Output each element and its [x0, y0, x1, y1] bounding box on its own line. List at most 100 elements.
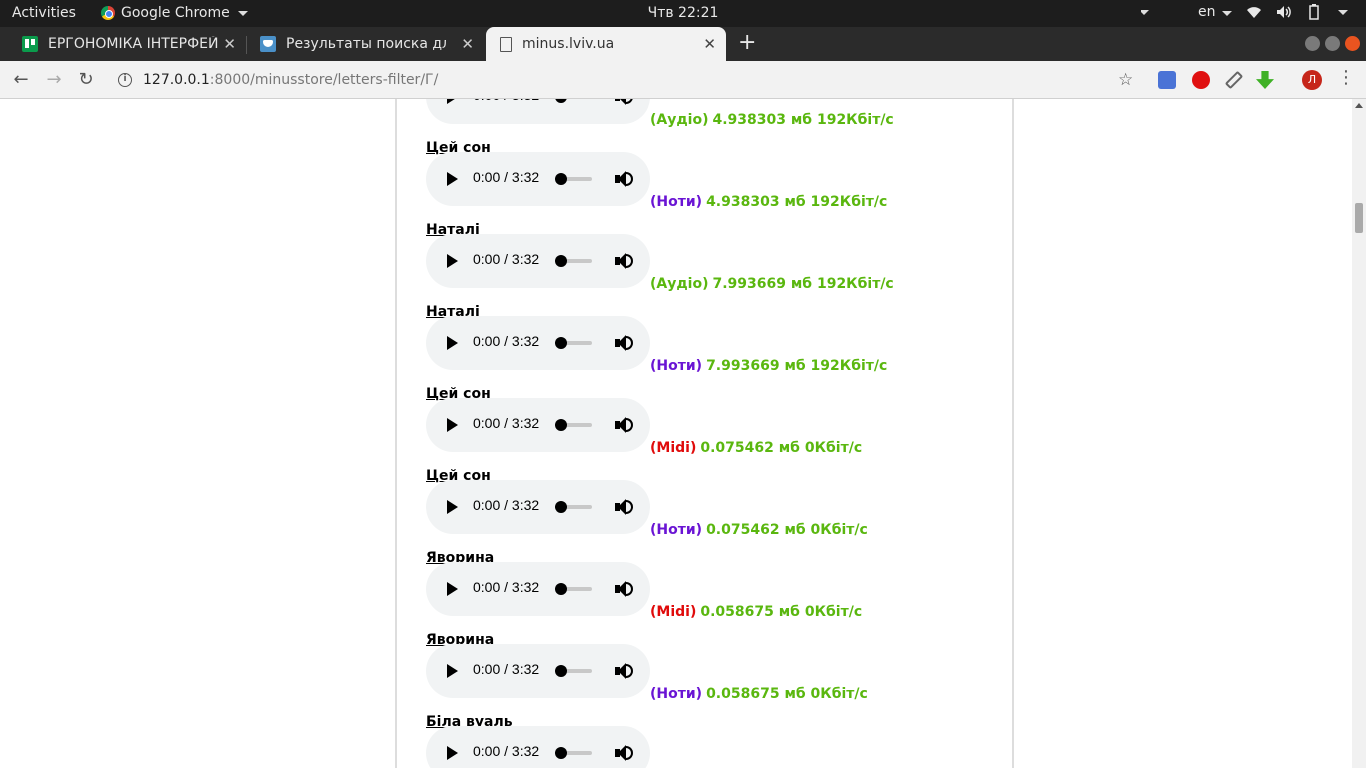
- audio-player[interactable]: 0:00 / 3:32: [426, 726, 650, 768]
- window-controls: [1305, 36, 1360, 51]
- file-info: (Ноти) 0.058675 мб 0Кбіт/с: [650, 686, 868, 702]
- file-type-label: (Аудіо): [650, 112, 709, 128]
- language-indicator[interactable]: en: [1198, 4, 1232, 20]
- file-info: (Ноти) 7.993669 мб 192Кбіт/с: [650, 358, 887, 374]
- volume-wave-icon: [625, 99, 633, 104]
- system-menu-chevron-icon[interactable]: [1338, 9, 1348, 15]
- scrollbar-thumb[interactable]: [1355, 203, 1363, 233]
- accessibility-icon[interactable]: [1132, 4, 1150, 20]
- progress-handle[interactable]: [555, 99, 567, 103]
- file-info: (Midi) 0.058675 мб 0Кбіт/с: [650, 604, 862, 620]
- volume-wave-icon: [625, 336, 633, 350]
- file-size-label: 4.938303 мб 192Кбіт/с: [712, 112, 894, 128]
- play-icon[interactable]: [447, 582, 458, 596]
- progress-handle[interactable]: [555, 665, 567, 677]
- wifi-icon[interactable]: [1246, 4, 1262, 20]
- file-type-label: (Midi): [650, 440, 697, 456]
- menu-icon[interactable]: ⋮: [1337, 69, 1355, 87]
- volume-icon[interactable]: [1276, 4, 1292, 20]
- track-entry: Яворина 0:00 / 3:32 (Midi) 0.058675 мб 0К…: [426, 550, 986, 632]
- play-icon[interactable]: [447, 418, 458, 432]
- file-size-label: 7.993669 мб 192Кбіт/с: [706, 358, 888, 374]
- file-size-label: 0.058675 мб 0Кбіт/с: [706, 686, 868, 702]
- close-icon[interactable]: ✕: [703, 35, 716, 53]
- minimize-button[interactable]: [1305, 36, 1320, 51]
- progress-handle[interactable]: [555, 173, 567, 185]
- audio-player[interactable]: 0:00 / 3:32: [426, 562, 650, 616]
- file-type-label: (Ноти): [650, 358, 703, 374]
- volume-wave-icon: [625, 254, 633, 268]
- playback-time: 0:00 / 3:32: [473, 415, 540, 431]
- activities-button[interactable]: Activities: [12, 5, 76, 21]
- chevron-down-icon: [237, 10, 248, 16]
- tab-minus-lviv[interactable]: minus.lviv.ua ✕: [486, 27, 726, 61]
- playback-time: 0:00 / 3:32: [473, 661, 540, 677]
- url-text[interactable]: 127.0.0.1:8000/minusstore/letters-filter…: [143, 72, 438, 88]
- progress-handle[interactable]: [555, 583, 567, 595]
- audio-player[interactable]: 0:00 / 3:32: [426, 234, 650, 288]
- adblock-extension-icon[interactable]: [1192, 71, 1210, 89]
- audio-player[interactable]: 0:00 / 3:32: [426, 480, 650, 534]
- play-icon[interactable]: [447, 336, 458, 350]
- back-button[interactable]: ←: [10, 69, 32, 91]
- reload-button[interactable]: ↻: [75, 69, 97, 91]
- file-size-label: 4.938303 мб 192Кбіт/с: [706, 194, 888, 210]
- address-bar[interactable]: i 127.0.0.1:8000/minusstore/letters-filt…: [108, 65, 1150, 95]
- close-icon[interactable]: ✕: [223, 35, 236, 53]
- profile-avatar[interactable]: Л: [1302, 70, 1322, 90]
- tab-title: Результаты поиска для "о: [286, 36, 446, 52]
- audio-player[interactable]: 0:00 / 3:32: [426, 644, 650, 698]
- audio-player[interactable]: 0:00 / 3:32: [426, 398, 650, 452]
- download-extension-icon[interactable]: [1256, 71, 1274, 89]
- translate-extension-icon[interactable]: [1158, 71, 1176, 89]
- system-tray[interactable]: en: [1132, 4, 1348, 20]
- file-info: (Аудіо) 4.938303 мб 192Кбіт/с: [650, 112, 894, 128]
- app-name: Google Chrome: [121, 5, 230, 21]
- app-menu[interactable]: Google Chrome: [101, 5, 248, 21]
- audio-player[interactable]: 0:00 / 3:32: [426, 152, 650, 206]
- file-type-label: (Аудіо): [650, 276, 709, 292]
- track-entry: Яворина 0:00 / 3:32 (Ноти) 0.058675 мб 0К…: [426, 632, 986, 714]
- audio-player[interactable]: 0:00 / 3:32: [426, 99, 650, 124]
- bookmark-star-icon[interactable]: ☆: [1118, 70, 1133, 90]
- progress-handle[interactable]: [555, 747, 567, 759]
- tab-search-results[interactable]: Результаты поиска для "о ✕: [246, 27, 484, 61]
- progress-handle[interactable]: [555, 419, 567, 431]
- progress-handle[interactable]: [555, 501, 567, 513]
- info-icon[interactable]: i: [118, 73, 132, 87]
- site-icon: [260, 36, 276, 52]
- chrome-icon: [101, 6, 115, 20]
- file-type-label: (Midi): [650, 604, 697, 620]
- close-icon[interactable]: ✕: [461, 35, 474, 53]
- new-tab-button[interactable]: +: [738, 32, 756, 54]
- volume-wave-icon: [625, 582, 633, 596]
- play-icon[interactable]: [447, 746, 458, 760]
- play-icon[interactable]: [447, 664, 458, 678]
- file-type-label: (Ноти): [650, 194, 703, 210]
- system-top-bar: Activities Google Chrome Чтв 22:21 en: [0, 0, 1366, 27]
- close-window-button[interactable]: [1345, 36, 1360, 51]
- audio-player[interactable]: 0:00 / 3:32: [426, 316, 650, 370]
- tab-strip: ЕРГОНОМІКА ІНТЕРФЕЙ ✕ Результаты поиска …: [0, 27, 1366, 61]
- play-icon[interactable]: [447, 99, 458, 104]
- tab-ergonomics[interactable]: ЕРГОНОМІКА ІНТЕРФЕЙ ✕: [10, 27, 246, 61]
- play-icon[interactable]: [447, 500, 458, 514]
- play-icon[interactable]: [447, 254, 458, 268]
- playback-time: 0:00 / 3:32: [473, 579, 540, 595]
- battery-icon[interactable]: [1306, 4, 1322, 20]
- scroll-up-icon[interactable]: [1355, 103, 1363, 108]
- maximize-button[interactable]: [1325, 36, 1340, 51]
- pencil-extension-icon[interactable]: [1224, 70, 1244, 90]
- volume-wave-icon: [625, 418, 633, 432]
- forward-button[interactable]: →: [43, 69, 65, 91]
- playback-time: 0:00 / 3:32: [473, 497, 540, 513]
- page-scrollbar[interactable]: [1352, 99, 1366, 768]
- file-size-label: 0.058675 мб 0Кбіт/с: [700, 604, 863, 620]
- progress-handle[interactable]: [555, 255, 567, 267]
- play-icon[interactable]: [447, 172, 458, 186]
- file-type-label: (Ноти): [650, 686, 703, 702]
- file-size-label: 0.075462 мб 0Кбіт/с: [706, 522, 868, 538]
- file-info: (Midi) 0.075462 мб 0Кбіт/с: [650, 440, 862, 456]
- progress-handle[interactable]: [555, 337, 567, 349]
- track-entry: Цей сон 0:00 / 3:32 (Midi) 0.075462 мб 0К…: [426, 386, 986, 468]
